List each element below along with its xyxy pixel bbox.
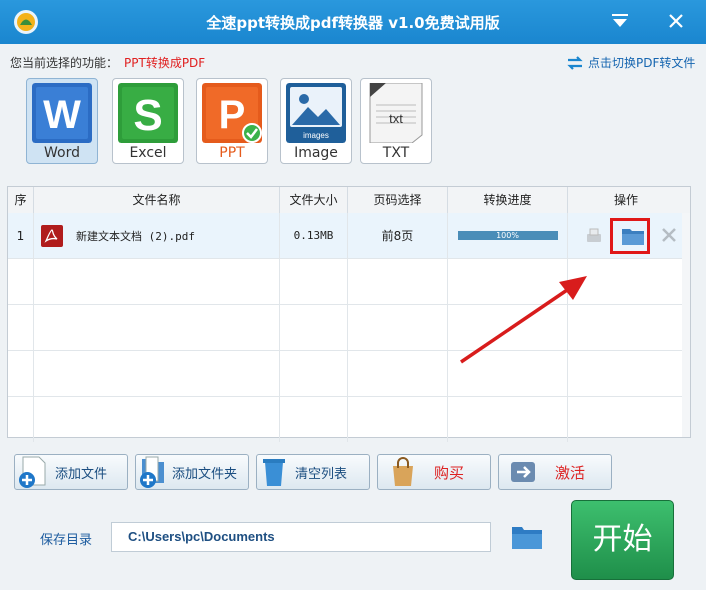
word-icon: W	[32, 83, 92, 143]
txt-icon: txt	[369, 83, 423, 143]
svg-text:S: S	[133, 91, 162, 140]
empty-cell	[34, 305, 280, 350]
empty-cell	[8, 397, 34, 442]
col-filename: 文件名称	[34, 187, 280, 213]
add-folder-label: 添加文件夹	[172, 466, 238, 482]
empty-cell	[280, 259, 348, 304]
empty-cell	[8, 351, 34, 396]
buy-button[interactable]: 购买	[377, 454, 491, 490]
col-pages: 页码选择	[348, 187, 448, 213]
empty-cell	[348, 397, 448, 442]
add-file-icon	[19, 456, 46, 488]
add-folder-icon	[140, 456, 164, 488]
close-icon[interactable]	[664, 10, 688, 32]
activate-button[interactable]: 激活	[498, 454, 612, 490]
print-icon[interactable]	[584, 227, 604, 245]
swap-arrows-icon	[567, 55, 583, 70]
format-label-image: Image	[294, 145, 338, 161]
empty-cell	[8, 305, 34, 350]
title-bar[interactable]: 全速ppt转换成pdf转换器 v1.0免费试用版	[0, 0, 706, 44]
empty-cell	[348, 259, 448, 304]
svg-text:P: P	[219, 93, 246, 137]
empty-cell	[8, 259, 34, 304]
pdf-file-icon	[41, 224, 63, 247]
col-progress: 转换进度	[448, 187, 568, 213]
format-tile-image[interactable]: images Image	[280, 78, 352, 164]
empty-cell	[34, 351, 280, 396]
format-tile-ppt[interactable]: P PPT	[196, 78, 268, 164]
buy-label: 购买	[434, 463, 465, 482]
add-file-button[interactable]: 添加文件	[14, 454, 128, 490]
current-function-value: PPT转换成PDF	[124, 56, 206, 70]
format-tile-txt[interactable]: txt TXT	[360, 78, 432, 164]
col-size: 文件大小	[280, 187, 348, 213]
table-row[interactable]: 1 新建文本文档 (2).pdf 0.13MB 前8页 100%	[8, 213, 690, 259]
current-function-label: 您当前选择的功能：	[10, 56, 119, 70]
row-progress-cell: 100%	[448, 213, 568, 258]
empty-cell	[280, 397, 348, 442]
col-actions: 操作	[613, 193, 638, 207]
format-label-txt: TXT	[382, 145, 410, 161]
empty-cell	[280, 305, 348, 350]
highlight-box	[610, 218, 650, 254]
txt-icon-caption: txt	[389, 111, 403, 126]
switch-mode-link[interactable]: 点击切换PDF转文件	[566, 54, 695, 71]
menu-icon[interactable]	[608, 10, 632, 32]
format-tile-excel[interactable]: S Excel	[112, 78, 184, 164]
format-tile-word[interactable]: W Word	[26, 78, 98, 164]
excel-icon: S	[118, 83, 178, 143]
save-dir-input[interactable]: C:\Users\pc\Documents	[111, 522, 491, 552]
clear-list-button[interactable]: 清空列表	[256, 454, 370, 490]
col-index: 序	[8, 187, 34, 213]
format-label-ppt: PPT	[219, 145, 245, 161]
image-icon: images	[286, 83, 346, 143]
empty-cell	[34, 397, 280, 442]
clear-list-label: 清空列表	[295, 466, 348, 482]
svg-text:W: W	[43, 93, 81, 137]
row-pages[interactable]: 前8页	[348, 213, 448, 258]
delete-icon[interactable]	[660, 226, 678, 244]
ppt-icon: P	[202, 83, 262, 143]
activate-arrow-icon	[511, 462, 535, 482]
start-button[interactable]: 开始	[571, 500, 674, 580]
empty-cell	[280, 351, 348, 396]
row-filename-cell: 新建文本文档 (2).pdf	[34, 213, 280, 258]
table-row	[8, 397, 690, 443]
empty-cell	[34, 259, 280, 304]
trash-icon	[263, 459, 285, 486]
annotation-arrow-icon	[460, 276, 587, 364]
shopping-bag-icon	[393, 457, 413, 486]
progress-bar: 100%	[457, 231, 558, 240]
empty-cell	[448, 397, 568, 442]
empty-cell	[348, 305, 448, 350]
table-scrollbar[interactable]	[682, 213, 690, 437]
format-label-word: Word	[44, 145, 80, 161]
switch-mode-label: 点击切换PDF转文件	[588, 56, 696, 70]
current-function: 您当前选择的功能： PPT转换成PDF	[10, 54, 205, 71]
activate-label: 激活	[555, 463, 586, 482]
browse-folder-icon[interactable]	[510, 523, 544, 551]
add-folder-button[interactable]: 添加文件夹	[135, 454, 249, 490]
save-dir-label: 保存目录	[40, 533, 93, 548]
row-size: 0.13MB	[280, 213, 348, 258]
format-label-excel: Excel	[129, 145, 167, 161]
row-index: 1	[8, 213, 34, 258]
add-file-label: 添加文件	[55, 466, 108, 482]
row-filename: 新建文本文档 (2).pdf	[76, 229, 195, 243]
empty-cell	[348, 351, 448, 396]
table-header: 序 文件名称 文件大小 页码选择 转换进度 操作	[8, 187, 690, 214]
image-icon-caption: images	[303, 131, 329, 140]
app-window: 全速ppt转换成pdf转换器 v1.0免费试用版 您当前选择的功能： PPT转换成…	[0, 0, 706, 590]
window-title: 全速ppt转换成pdf转换器 v1.0免费试用版	[206, 14, 500, 32]
